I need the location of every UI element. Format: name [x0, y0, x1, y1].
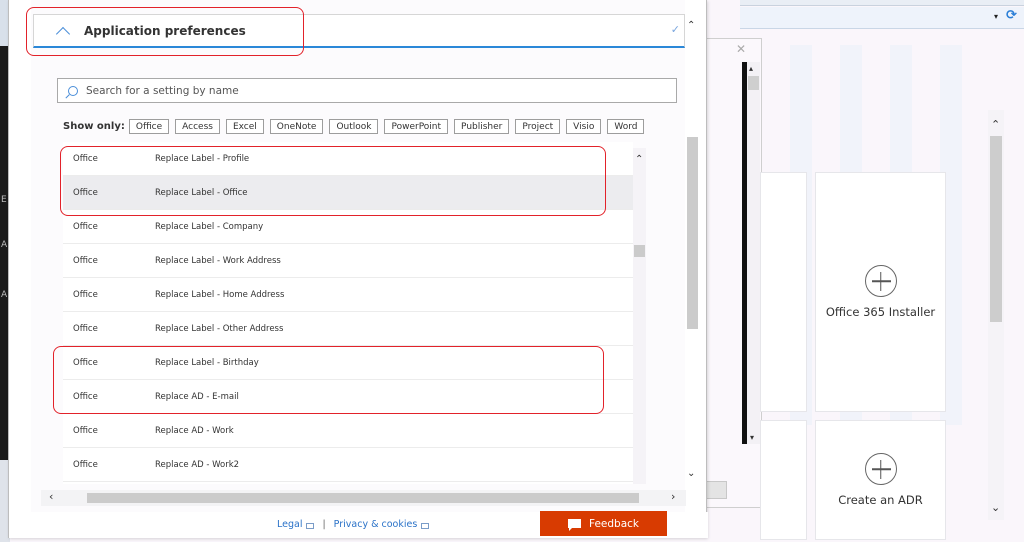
left-window-text: A — [1, 290, 8, 300]
scroll-up-icon[interactable]: ⌃ — [687, 20, 695, 31]
filter-access[interactable]: Access — [175, 119, 220, 134]
close-icon[interactable]: ✕ — [736, 42, 746, 56]
tile-create-adr[interactable]: Create an ADR — [815, 420, 946, 540]
search-setting-field[interactable] — [57, 78, 677, 103]
filter-publisher[interactable]: Publisher — [454, 119, 510, 134]
left-window-text: A — [1, 240, 8, 250]
check-icon: ✓ — [670, 23, 680, 36]
feedback-label: Feedback — [588, 517, 639, 530]
scrollbar-thumb[interactable] — [748, 76, 759, 90]
row-app: Office — [73, 153, 98, 164]
legal-link[interactable]: Legal — [277, 519, 302, 530]
privacy-cookies-link[interactable]: Privacy & cookies — [334, 519, 418, 530]
left-window-text: E — [1, 195, 7, 205]
row-setting: Replace Label - Company — [155, 221, 264, 232]
search-icon — [68, 85, 78, 96]
filter-excel[interactable]: Excel — [225, 119, 264, 134]
row-app: Office — [73, 187, 98, 198]
row-app: Office — [73, 221, 98, 232]
row-setting: Replace Label - Birthday — [155, 357, 259, 368]
comment-icon — [567, 519, 581, 531]
settings-row[interactable]: Office Replace Label - Birthday — [63, 346, 633, 380]
footer-separator: | — [322, 519, 326, 530]
settings-row-selected[interactable]: Office Replace Label - Office — [63, 176, 633, 210]
row-setting: Replace Label - Other Address — [155, 323, 284, 334]
show-only-filter: Show only: Office Access Excel OneNote O… — [63, 119, 650, 134]
search-input[interactable] — [86, 84, 646, 97]
refresh-icon[interactable]: ⟳ — [1006, 8, 1017, 23]
settings-row[interactable]: Office Replace AD - Work — [63, 414, 633, 448]
row-app: Office — [73, 459, 98, 470]
settings-list: Office Replace Label - Profile Office Re… — [63, 142, 633, 484]
scroll-down-icon[interactable]: ⌄ — [687, 468, 695, 479]
scrollbar-thumb[interactable] — [990, 136, 1002, 322]
settings-row[interactable]: Office Replace Label - Profile — [63, 142, 633, 176]
list-horizontal-scrollbar[interactable]: ‹ › — [41, 490, 686, 506]
list-vertical-scrollbar[interactable]: ⌃ — [633, 148, 646, 484]
tile-partial[interactable] — [760, 420, 807, 540]
row-setting: Replace Label - Profile — [155, 153, 250, 164]
scroll-up-icon[interactable]: ⌃ — [635, 154, 643, 165]
settings-row[interactable]: Office Replace Label - Work Address — [63, 244, 633, 278]
scroll-left-icon[interactable]: ‹ — [49, 490, 53, 503]
section-title: Application preferences — [84, 23, 246, 38]
plus-circle-icon — [864, 265, 897, 297]
background-button[interactable] — [705, 481, 727, 499]
filter-label: Show only: — [63, 121, 125, 132]
scrollbar-thumb[interactable] — [687, 137, 698, 329]
filter-word[interactable]: Word — [607, 119, 645, 134]
row-app: Office — [73, 357, 98, 368]
settings-dialog: Application preferences ✓ ⌃ ⌄ Show only:… — [8, 0, 708, 538]
row-setting: Replace Label - Office — [155, 187, 248, 198]
row-setting: Replace AD - Work — [155, 425, 234, 436]
filter-visio[interactable]: Visio — [566, 119, 602, 134]
row-setting: Replace Label - Home Address — [155, 289, 285, 300]
dialog-scrollbar[interactable]: ⌃ ⌄ — [685, 14, 699, 494]
row-setting: Replace AD - E-mail — [155, 391, 239, 402]
scroll-up-icon[interactable]: ⌃ — [991, 118, 1000, 131]
scrollbar-thumb[interactable] — [634, 245, 645, 257]
filter-office[interactable]: Office — [128, 119, 170, 134]
tile-label: Create an ADR — [838, 493, 923, 507]
background-title-bar — [740, 0, 1024, 6]
settings-row[interactable]: Office Replace AD - Work2 — [63, 448, 633, 482]
scroll-down-icon[interactable]: ▾ — [750, 433, 754, 442]
background-subwindow-scrollbar[interactable]: ▴ ▾ — [747, 62, 760, 444]
dialog-footer: Legal | Privacy & cookies Feedback — [9, 511, 708, 538]
feedback-button[interactable]: Feedback — [540, 511, 667, 536]
scroll-right-icon[interactable]: › — [671, 490, 675, 503]
tile-office-365-installer[interactable]: Office 365 Installer — [815, 172, 946, 412]
scroll-up-icon[interactable]: ▴ — [749, 64, 753, 73]
dropdown-arrow-icon[interactable]: ▾ — [994, 12, 998, 21]
row-app: Office — [73, 425, 98, 436]
external-link-icon — [421, 522, 430, 529]
background-scrollbar[interactable]: ⌃ ⌄ — [988, 110, 1004, 520]
scrollbar-thumb[interactable] — [87, 493, 639, 503]
row-app: Office — [73, 255, 98, 266]
filter-onenote[interactable]: OneNote — [269, 119, 324, 134]
tile-partial[interactable] — [760, 172, 807, 412]
row-setting: Replace AD - Work2 — [155, 459, 240, 470]
application-preferences-header[interactable]: Application preferences ✓ — [33, 14, 685, 48]
row-app: Office — [73, 289, 98, 300]
tile-label: Office 365 Installer — [825, 305, 936, 319]
chevron-up-icon[interactable] — [55, 26, 71, 41]
row-app: Office — [73, 391, 98, 402]
settings-row[interactable]: Office Replace Label - Company — [63, 210, 633, 244]
filter-outlook[interactable]: Outlook — [329, 119, 379, 134]
row-app: Office — [73, 323, 98, 334]
scroll-down-icon[interactable]: ⌄ — [991, 501, 1000, 514]
plus-circle-icon — [864, 453, 897, 485]
footer-links: Legal | Privacy & cookies — [277, 519, 437, 530]
external-link-icon — [306, 522, 315, 529]
background-address-bar[interactable] — [740, 7, 1024, 29]
settings-row[interactable]: Office Replace AD - E-mail — [63, 380, 633, 414]
settings-row[interactable]: Office Replace Label - Other Address — [63, 312, 633, 346]
row-setting: Replace Label - Work Address — [155, 255, 281, 266]
filter-powerpoint[interactable]: PowerPoint — [384, 119, 449, 134]
filter-project[interactable]: Project — [515, 119, 561, 134]
settings-row[interactable]: Office Replace Label - Home Address — [63, 278, 633, 312]
